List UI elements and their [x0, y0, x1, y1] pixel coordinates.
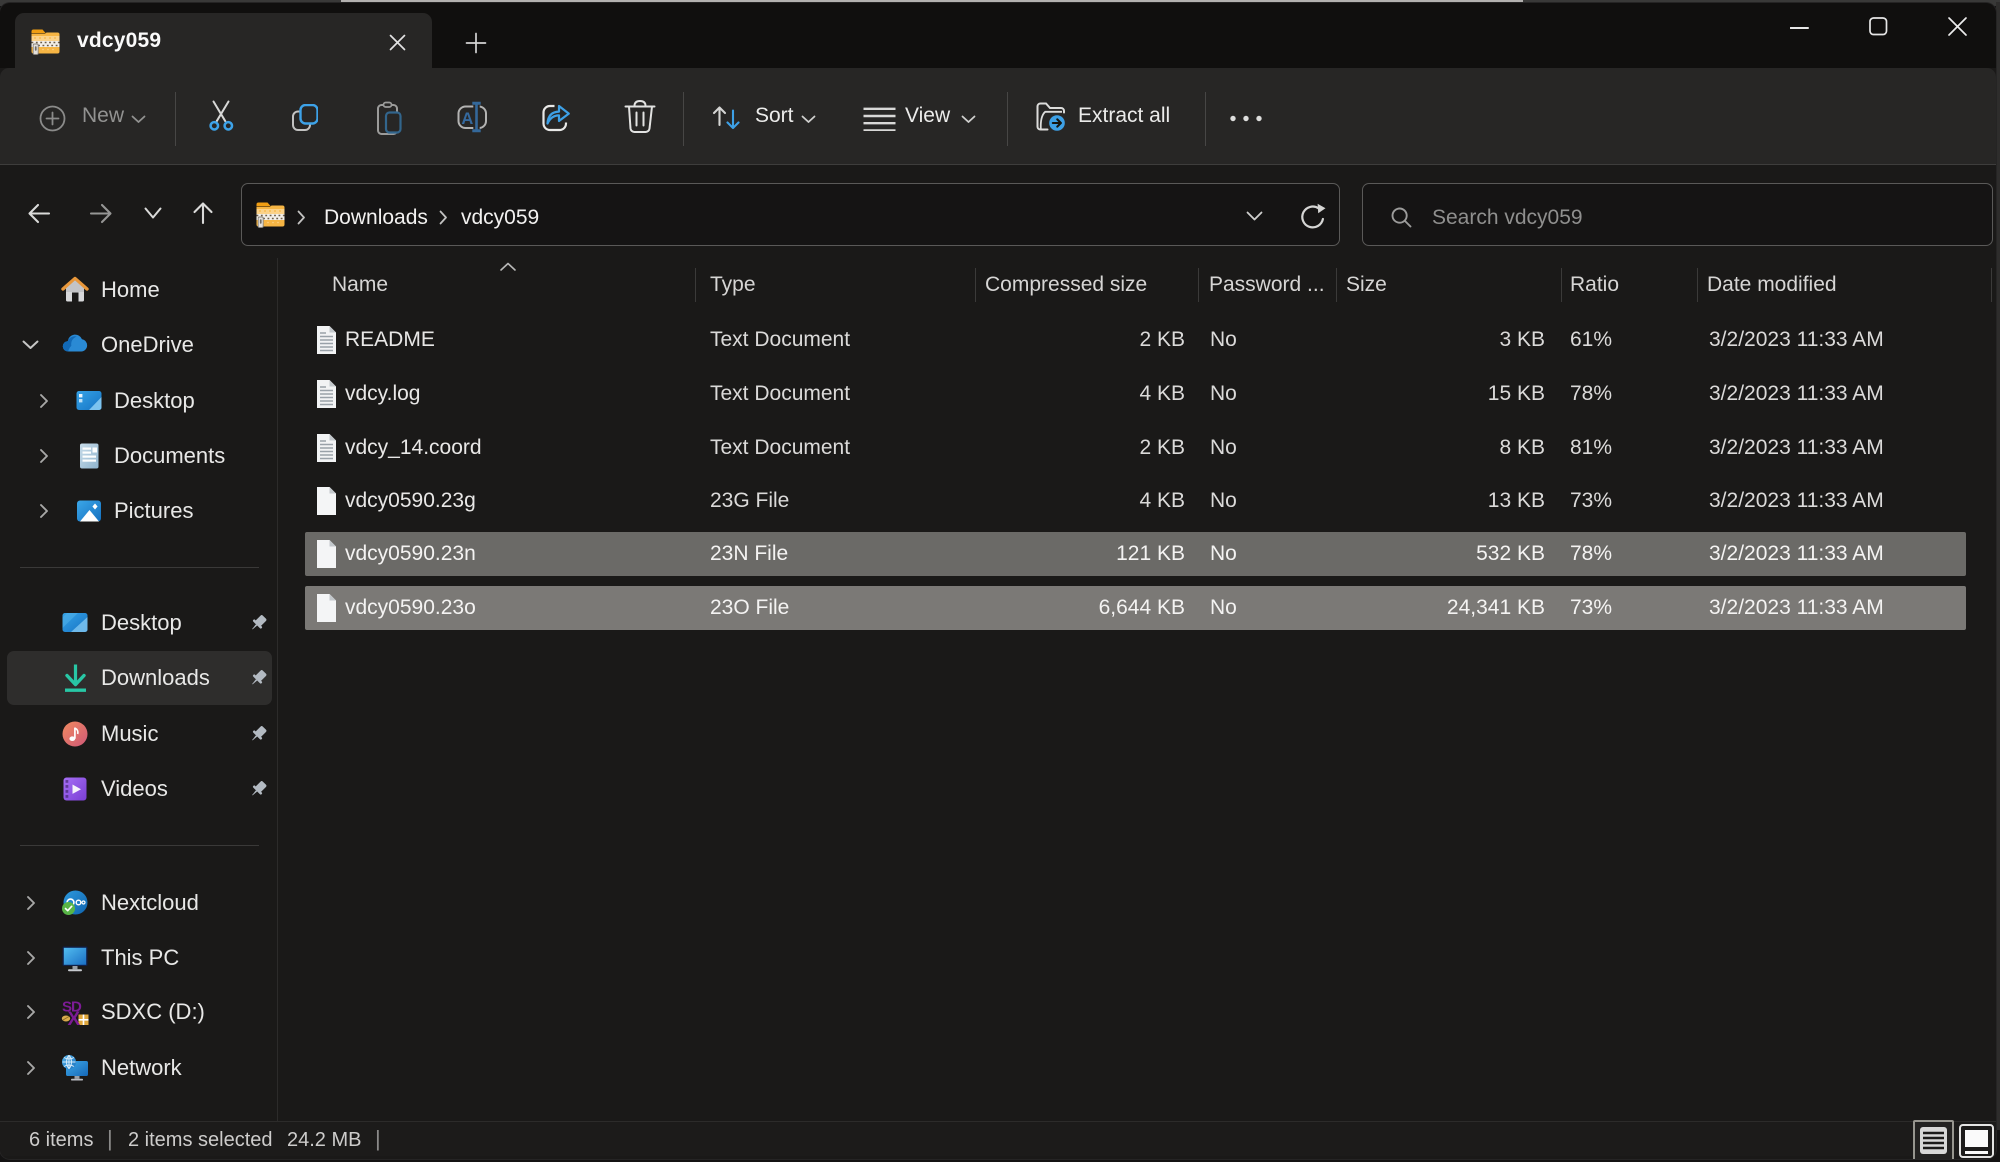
svg-text:A: A	[461, 110, 473, 128]
svg-text:X: X	[68, 1009, 81, 1026]
